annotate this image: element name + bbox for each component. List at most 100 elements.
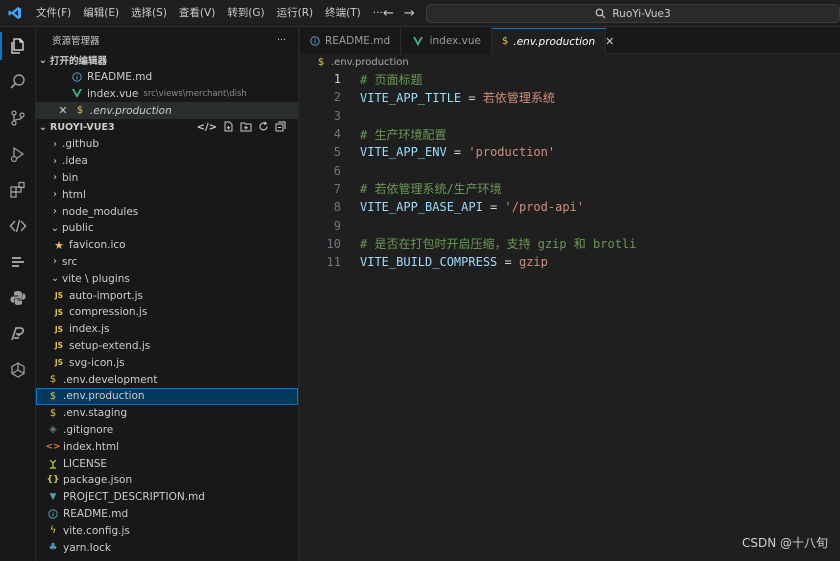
collapse-all-icon[interactable]	[275, 121, 286, 135]
tab-readme[interactable]: README.md	[300, 28, 401, 54]
tree-file-setup-extend[interactable]: JS setup-extend.js	[36, 338, 298, 355]
tree-file-env-development[interactable]: $ .env.development	[36, 371, 298, 388]
tree-item-label: index.html	[63, 440, 119, 453]
menu-terminal[interactable]: 终端(T)	[319, 0, 367, 27]
tree-file-project-description[interactable]: ▼ PROJECT_DESCRIPTION.md	[36, 489, 298, 506]
command-center-search[interactable]: RuoYi-Vue3	[426, 4, 840, 23]
tree-folder-html[interactable]: › html	[36, 186, 298, 203]
tree-folder-idea[interactable]: › .idea	[36, 153, 298, 170]
info-icon	[310, 36, 320, 46]
code-editor[interactable]: 1 # 页面标题 2 VITE_APP_TITLE = 若依管理系统 3 4 #…	[300, 70, 840, 561]
gitlens-icon[interactable]	[0, 244, 36, 280]
breadcrumb-file[interactable]: .env.production	[331, 57, 409, 68]
tree-file-index-js[interactable]: JS index.js	[36, 321, 298, 338]
chevron-right-icon: ›	[53, 138, 57, 150]
search-view-icon[interactable]	[0, 64, 36, 100]
comment: # 是否在打包时开启压缩，支持 gzip 和 brotli	[360, 237, 637, 252]
code-line: 7 # 若依管理系统/生产环境	[300, 180, 502, 198]
env-key: VITE_APP_BASE_API	[360, 200, 483, 215]
open-editor-readme[interactable]: README.md	[36, 69, 298, 86]
tree-file-index-html[interactable]: <> index.html	[36, 438, 298, 455]
line-number: 7	[333, 181, 341, 196]
menu-edit[interactable]: 编辑(E)	[77, 0, 125, 27]
tree-item-label: node_modules	[62, 205, 139, 218]
tab-label: README.md	[325, 35, 391, 47]
forward-arrow-icon[interactable]: →	[404, 6, 415, 21]
html-icon: <>	[45, 441, 61, 452]
tree-folder-github[interactable]: › .github	[36, 136, 298, 153]
tree-file-readme[interactable]: README.md	[36, 506, 298, 523]
source-control-icon[interactable]	[0, 100, 36, 136]
tree-folder-public[interactable]: ⌄ public	[36, 220, 298, 237]
chevron-down-icon: ⌄	[50, 273, 60, 285]
more-actions-icon[interactable]: ···	[277, 35, 286, 46]
prettier-icon[interactable]	[0, 316, 36, 352]
remote-explorer-icon[interactable]	[0, 208, 36, 244]
tree-item-label: PROJECT_DESCRIPTION.md	[63, 491, 205, 504]
extensions-icon[interactable]	[0, 172, 36, 208]
project-header[interactable]: ⌄ RUOYI-VUE3 </>	[36, 119, 298, 136]
run-debug-icon[interactable]	[0, 136, 36, 172]
dollar-icon: $	[502, 36, 509, 47]
tree-folder-node-modules[interactable]: › node_modules	[36, 203, 298, 220]
tree-file-package-json[interactable]: {} package.json	[36, 472, 298, 489]
tree-file-env-production[interactable]: $ .env.production	[36, 387, 298, 405]
line-number: 10	[326, 236, 341, 251]
tree-file-auto-import[interactable]: JS auto-import.js	[36, 287, 298, 304]
tree-file-gitignore[interactable]: ◈ .gitignore	[36, 422, 298, 439]
tree-file-env-staging[interactable]: $ .env.staging	[36, 405, 298, 422]
tab-label: .env.production	[513, 35, 596, 48]
tree-item-label: package.json	[63, 474, 133, 487]
open-editors-header[interactable]: ⌄ 打开的编辑器	[36, 52, 298, 69]
tree-folder-vite-plugins[interactable]: ⌄ vite \ plugins	[36, 270, 298, 287]
python-icon[interactable]	[0, 280, 36, 316]
remote-code-icon[interactable]: </>	[197, 122, 217, 133]
tree-folder-bin[interactable]: › bin	[36, 170, 298, 187]
tree-file-license[interactable]: LICENSE	[36, 455, 298, 472]
explorer-icon[interactable]	[0, 28, 36, 64]
tree-folder-src[interactable]: › src	[36, 254, 298, 271]
open-editor-label: README.md	[87, 71, 153, 84]
env-key: VITE_APP_ENV	[360, 145, 447, 160]
open-editor-env-production[interactable]: ✕ $ .env.production	[36, 102, 298, 120]
tree-item-label: LICENSE	[63, 457, 108, 470]
close-icon[interactable]: ✕	[56, 104, 70, 117]
back-arrow-icon[interactable]: ←	[383, 6, 394, 21]
open-editor-index-vue[interactable]: index.vue src\views\merchant\dish	[36, 86, 298, 103]
tree-file-vite-config[interactable]: ϟ vite.config.js	[36, 522, 298, 539]
tree-item-label: index.js	[69, 323, 110, 336]
new-folder-icon[interactable]	[240, 121, 252, 135]
tab-env-production[interactable]: $ .env.production ✕	[492, 28, 614, 54]
dollar-icon: $	[317, 56, 325, 68]
editor-tabs: README.md index.vue $ .env.production ✕	[300, 28, 840, 54]
dollar-icon: $	[76, 105, 84, 117]
sidebar-title: 资源管理器	[52, 36, 100, 47]
menu-run[interactable]: 运行(R)	[271, 0, 320, 27]
open-editor-label: index.vue	[87, 87, 139, 100]
breadcrumb: $ .env.production	[300, 54, 840, 70]
menu-selection[interactable]: 选择(S)	[125, 0, 173, 27]
line-number: 6	[333, 163, 341, 178]
menu-go[interactable]: 转到(G)	[221, 0, 270, 27]
refresh-icon[interactable]	[258, 121, 269, 135]
license-icon	[46, 459, 60, 469]
tab-index-vue[interactable]: index.vue	[401, 28, 492, 54]
env-value: 若依管理系统	[482, 90, 555, 105]
env-value: '/prod-api'	[504, 200, 584, 215]
tree-file-yarn-lock[interactable]: ♣ yarn.lock	[36, 539, 298, 556]
js-file-icon: JS	[54, 324, 64, 334]
js-file-icon: JS	[54, 307, 64, 317]
new-file-icon[interactable]	[223, 121, 234, 135]
code-line: 4 # 生产环境配置	[300, 125, 447, 143]
chevron-right-icon: ›	[53, 256, 57, 268]
code-line: 11 VITE_BUILD_COMPRESS = gzip	[300, 253, 548, 271]
tree-file-svg-icon[interactable]: JS svg-icon.js	[36, 354, 298, 371]
menu-view[interactable]: 查看(V)	[173, 0, 221, 27]
open-editor-path: src\views\merchant\dish	[143, 88, 247, 99]
close-icon[interactable]: ✕	[605, 35, 614, 48]
ai-assistant-icon[interactable]	[0, 352, 36, 388]
menu-file[interactable]: 文件(F)	[30, 0, 77, 27]
tree-file-compression[interactable]: JS compression.js	[36, 304, 298, 321]
code-line: 9	[300, 216, 341, 234]
tree-file-favicon[interactable]: ★ favicon.ico	[36, 237, 298, 254]
